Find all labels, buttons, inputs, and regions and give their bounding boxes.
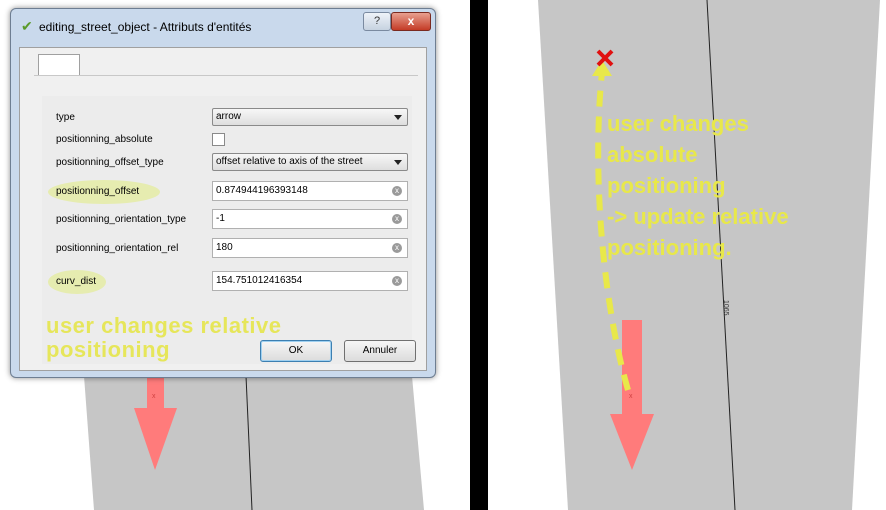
clear-field-icon[interactable]: x	[392, 186, 402, 196]
dialog-client-area: type arrow positionning_absolute positio…	[19, 47, 427, 371]
dropdown-arrow-icon	[394, 115, 402, 120]
dialog-titlebar[interactable]: ✔ editing_street_object - Attributs d'en…	[11, 9, 435, 43]
attributes-dialog: ✔ editing_street_object - Attributs d'en…	[10, 8, 436, 378]
qgis-app-icon: ✔	[21, 18, 33, 34]
annotation-right-line1: user changes	[607, 111, 749, 136]
map-view-right: x user changes absolute positioning -> u…	[488, 0, 886, 510]
curv-dist-label: curv_dist	[56, 276, 97, 287]
close-icon: x	[407, 14, 415, 28]
type-label: type	[56, 112, 75, 123]
dialog-title: editing_street_object - Attributs d'enti…	[39, 20, 252, 34]
positionning-offset-label: positionning_offset	[56, 186, 140, 197]
positionning-orientation-type-value: -1	[216, 213, 225, 224]
positionning-offset-type-select[interactable]: offset relative to axis of the street	[212, 153, 408, 171]
positionning-absolute-checkbox[interactable]	[212, 133, 225, 146]
dropdown-arrow-icon	[394, 160, 402, 165]
curv-dist-input[interactable]: 154.751012416354 x	[212, 271, 408, 291]
positionning-offset-type-label: positionning_offset_type	[56, 157, 164, 168]
positionning-offset-input[interactable]: 0.874944196393148 x	[212, 181, 408, 201]
tab-general[interactable]	[38, 54, 80, 75]
annotation-right-line5: positioning.	[607, 235, 732, 260]
ok-button[interactable]: OK	[260, 340, 332, 362]
street-number-label: 1065	[722, 300, 729, 316]
map-view-left: x ✔ editing_street_object - Attributs d'…	[0, 0, 470, 510]
curv-dist-value: 154.751012416354	[216, 275, 303, 286]
annotation-right-line2: absolute	[607, 142, 698, 167]
help-icon: ?	[373, 15, 381, 27]
type-select-value: arrow	[216, 111, 242, 122]
clear-field-icon[interactable]: x	[392, 243, 402, 253]
clear-field-icon[interactable]: x	[392, 214, 402, 224]
clear-field-icon[interactable]: x	[392, 276, 402, 286]
positionning-orientation-type-input[interactable]: -1 x	[212, 209, 408, 229]
annotation-right-line3: positioning	[607, 173, 726, 198]
positionning-absolute-label: positionning_absolute	[56, 134, 153, 145]
arrow-shaft	[147, 376, 164, 408]
positionning-orientation-type-label: positionning_orientation_type	[56, 214, 187, 225]
annotation-right: user changes absolute positioning -> upd…	[607, 108, 789, 263]
positionning-orientation-rel-input[interactable]: 180 x	[212, 238, 408, 258]
positionning-orientation-rel-value: 180	[216, 242, 233, 253]
annotation-right-line4: -> update relative	[607, 204, 789, 229]
close-button[interactable]: x	[391, 12, 431, 31]
positionning-orientation-rel-label: positionning_orientation_rel	[56, 243, 179, 254]
panel-divider	[470, 0, 488, 510]
arrow-anchor-mark: x	[152, 393, 156, 400]
tab-pane: type arrow positionning_absolute positio…	[34, 75, 418, 370]
positionning-offset-type-value: offset relative to axis of the street	[216, 156, 363, 167]
arrow-anchor-mark: x	[629, 393, 633, 400]
street-polygon	[84, 376, 424, 510]
positionning-offset-value: 0.874944196393148	[216, 185, 308, 196]
annotation-left-line1: user changes relative	[46, 313, 282, 338]
attribute-form: type arrow positionning_absolute positio…	[42, 96, 412, 364]
type-select[interactable]: arrow	[212, 108, 408, 126]
help-button[interactable]: ?	[363, 12, 391, 31]
cancel-button[interactable]: Annuler	[344, 340, 416, 362]
